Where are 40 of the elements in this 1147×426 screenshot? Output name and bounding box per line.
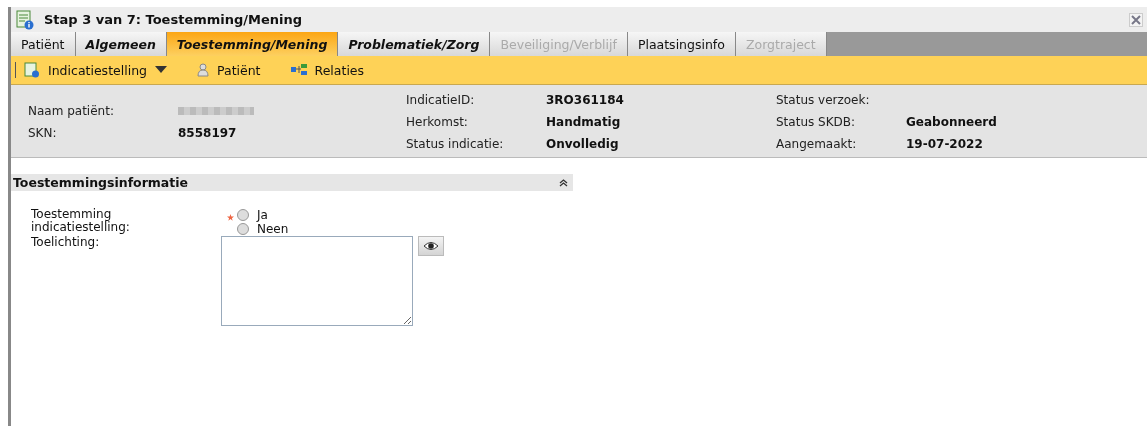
- section-title: Toestemmingsinformatie: [13, 175, 189, 190]
- radio-button[interactable]: [237, 223, 249, 235]
- radio-button[interactable]: [237, 209, 249, 221]
- collapse-icon[interactable]: [558, 177, 569, 188]
- field-label: Toestemming indicatiestelling:: [31, 208, 131, 236]
- toolbar-menu-button[interactable]: Indicatiestelling: [20, 62, 171, 78]
- patient-button[interactable]: Patiënt: [193, 62, 265, 78]
- field-value: Geabonneerd: [906, 115, 997, 129]
- tab[interactable]: Toestemming/Mening: [166, 32, 339, 56]
- tab[interactable]: Patiënt: [11, 32, 76, 56]
- field-value: Handmatig: [546, 115, 621, 129]
- field-label: IndicatieID:: [406, 93, 476, 107]
- document-info-icon: [24, 62, 40, 78]
- close-button[interactable]: [1129, 12, 1143, 27]
- tab[interactable]: Algemeen: [75, 32, 167, 56]
- document-info-icon: [16, 9, 34, 30]
- field-label: Status verzoek:: [776, 93, 871, 107]
- radio-option[interactable]: Ja: [237, 208, 289, 222]
- preview-button[interactable]: [418, 236, 444, 256]
- field-value: 3RO361184: [546, 93, 624, 107]
- caret-icon: [155, 66, 167, 74]
- field-value: Onvolledig: [546, 137, 619, 151]
- field-label: Status indicatie:: [406, 137, 505, 151]
- field-label: Aangemaakt:: [776, 137, 858, 151]
- field-value: 19-07-2022: [906, 137, 983, 151]
- text-area[interactable]: [221, 236, 413, 326]
- field-label: Naam patiënt:: [28, 104, 115, 118]
- radio-option[interactable]: Neen: [237, 222, 289, 236]
- relations-icon: [290, 64, 307, 76]
- tab[interactable]: Plaatsingsinfo: [627, 32, 736, 56]
- field-value: 8558197: [178, 126, 237, 140]
- field-label: Status SKDB:: [776, 115, 857, 129]
- eye-icon: [423, 241, 439, 251]
- window-title: Stap 3 van 7: Toestemming/Mening: [44, 12, 304, 27]
- field-label: SKN:: [28, 126, 58, 140]
- field-label: Toelichting:: [31, 236, 101, 251]
- person-icon: [197, 63, 209, 77]
- relations-button[interactable]: Relaties: [286, 62, 369, 78]
- tab[interactable]: Problematiek/Zorg: [338, 32, 491, 56]
- field-label: Herkomst:: [406, 115, 469, 129]
